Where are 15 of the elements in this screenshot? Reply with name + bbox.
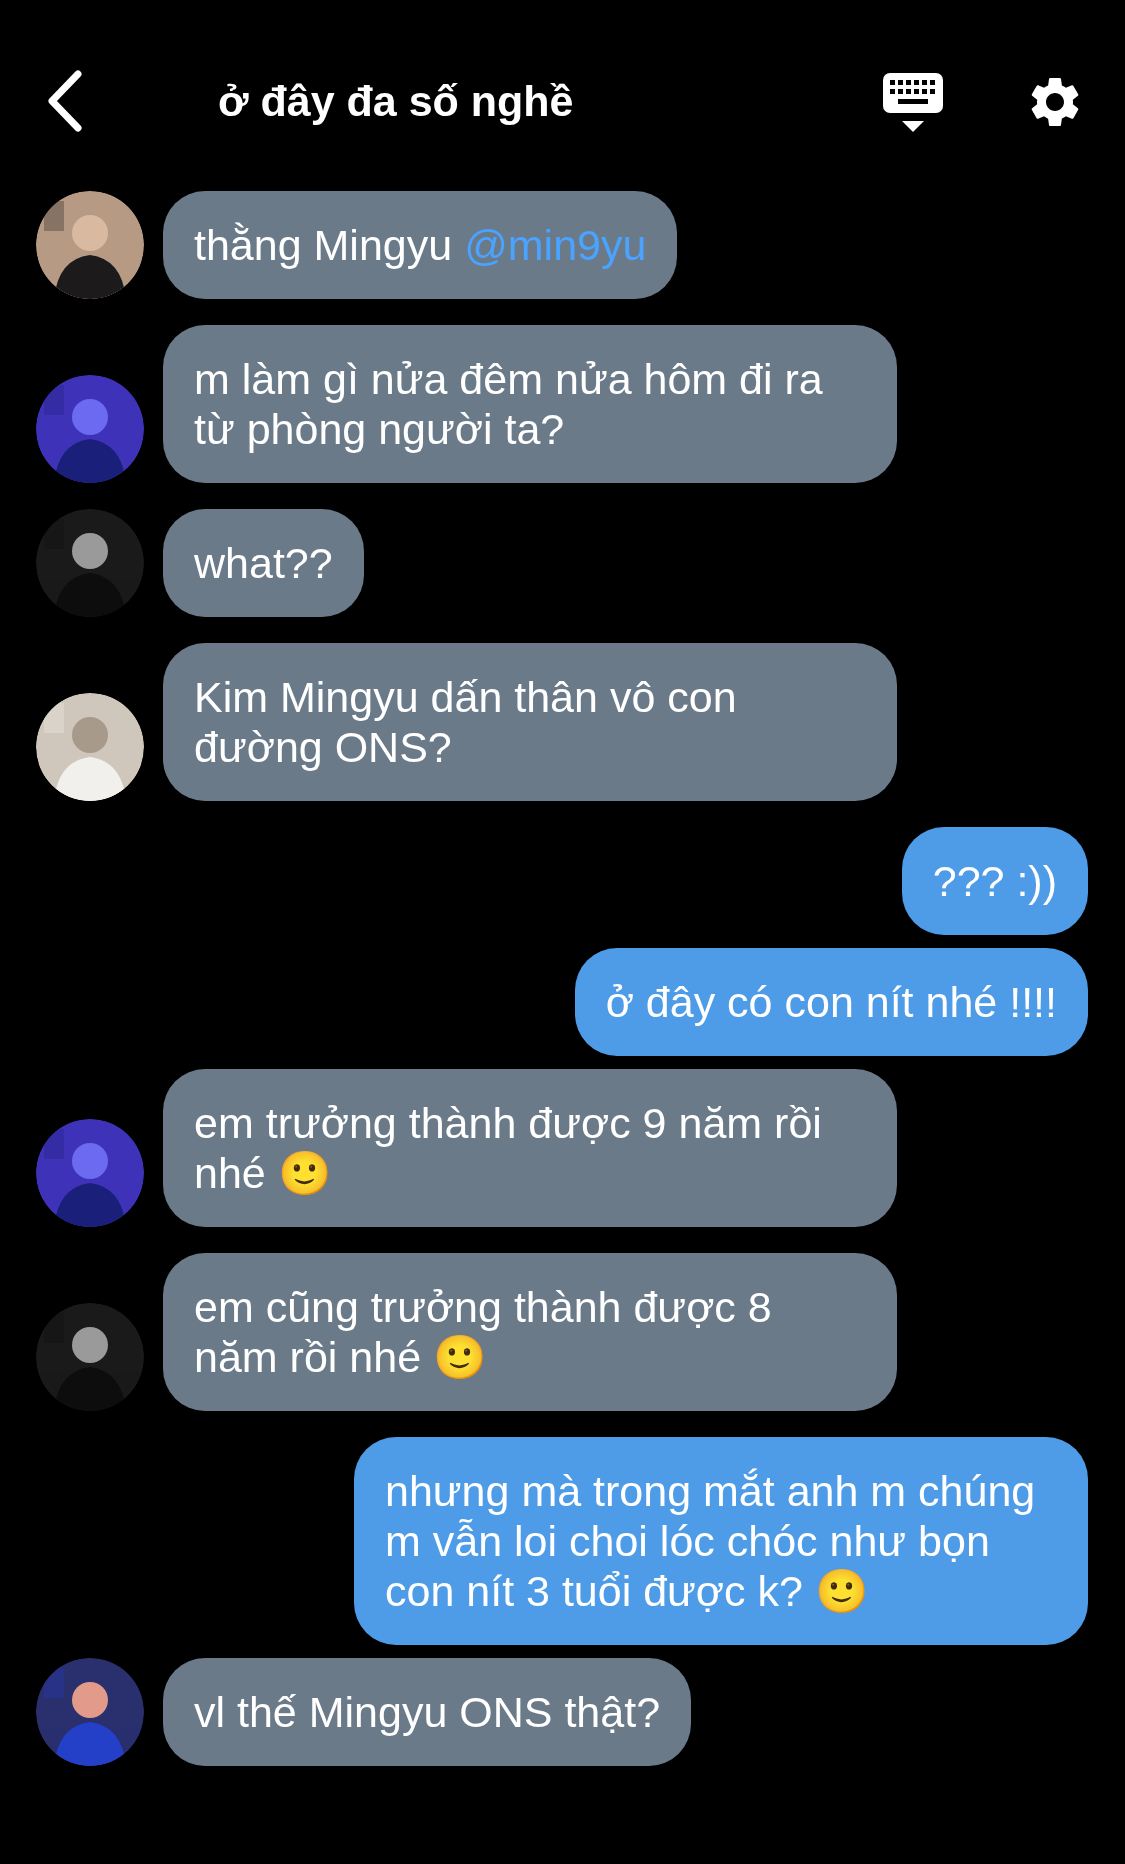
message-text: em trưởng thành được 9 năm rồi nhé 🙂	[194, 1098, 823, 1198]
chat-title: ở đây đa số nghề	[218, 76, 575, 127]
message-text: vl thế Mingyu ONS thật?	[194, 1687, 661, 1737]
message-text: nhưng mà trong mắt anh m chúng m vẫn loi choi lóc chóc như bọn con nít 3 tuổi được k? 🙂	[385, 1466, 1037, 1616]
keyboard-button[interactable]	[882, 72, 944, 134]
message-text: m làm gì nửa đêm nửa hôm đi ra từ phòng người ta?	[194, 354, 824, 454]
keyboard-icon	[882, 72, 944, 134]
message-text: Kim Mingyu dấn thân vô con đường ONS?	[194, 672, 738, 772]
back-icon	[46, 70, 82, 132]
message-text: ??? :))	[932, 856, 1057, 906]
message-text: what??	[194, 538, 333, 588]
message-text: ở đây có con nít nhé !!!!	[605, 977, 1057, 1027]
message-text: em cũng trưởng thành được 8 năm rồi nhé 🙂	[194, 1282, 773, 1382]
mention-link[interactable]: @min9yu	[464, 221, 647, 269]
message-text: thằng Mingyu @min9yu	[194, 220, 647, 270]
